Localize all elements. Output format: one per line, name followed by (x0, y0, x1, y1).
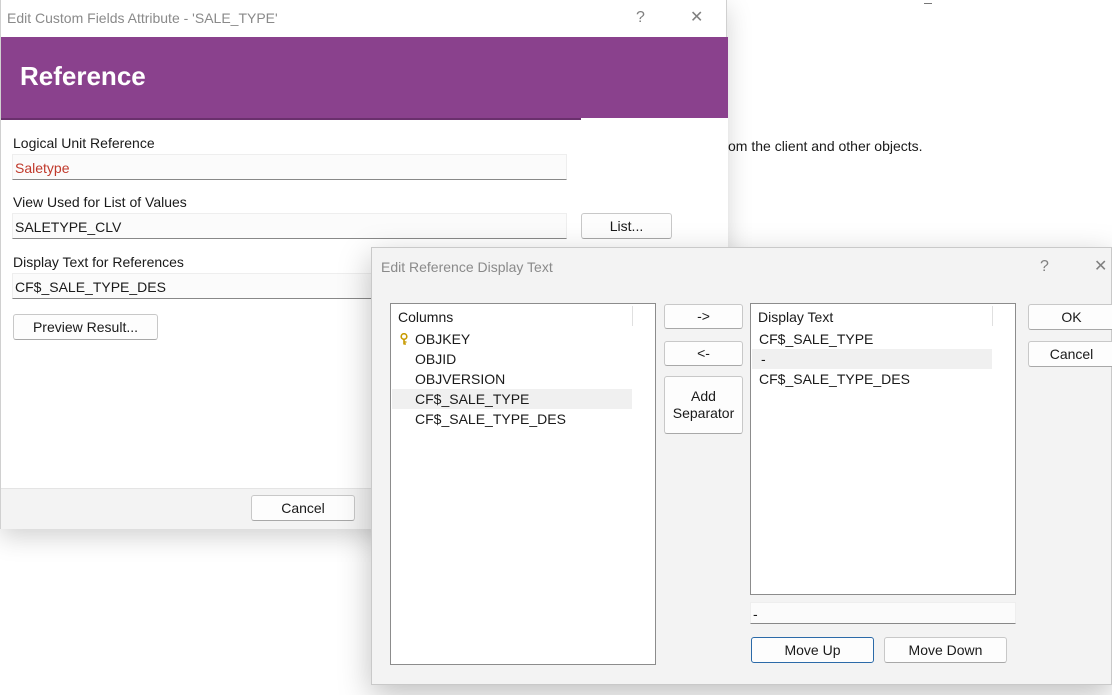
columns-list[interactable]: Columns OBJKEY OBJID OBJVERSION CF$_SALE… (390, 303, 656, 665)
column-label: OBJVERSION (415, 371, 506, 387)
separator-input[interactable]: - (750, 602, 1016, 624)
preview-result-button[interactable]: Preview Result... (13, 314, 158, 340)
display-header-divider (992, 306, 993, 326)
reference-cancel-button[interactable]: Cancel (1028, 341, 1112, 367)
logical-unit-label: Logical Unit Reference (13, 135, 155, 151)
remove-column-button[interactable]: <- (664, 341, 743, 366)
help-icon[interactable]: ? (636, 9, 645, 27)
view-label: View Used for List of Values (13, 194, 187, 210)
column-label: OBJKEY (415, 331, 471, 347)
main-dialog-title: Edit Custom Fields Attribute - 'SALE_TYP… (7, 10, 278, 26)
list-button[interactable]: List... (581, 213, 672, 239)
display-text-field[interactable]: CF$_SALE_TYPE_DES (12, 273, 372, 299)
display-item-label: CF$_SALE_TYPE_DES (759, 371, 910, 387)
column-item-cf-sale-type[interactable]: CF$_SALE_TYPE (392, 389, 632, 409)
key-icon (400, 333, 408, 345)
logical-unit-field[interactable]: Saletype (12, 154, 567, 180)
display-item-label: CF$_SALE_TYPE (759, 331, 874, 347)
move-down-button[interactable]: Move Down (884, 637, 1007, 663)
display-item-cf-sale-type[interactable]: CF$_SALE_TYPE (752, 329, 992, 349)
view-field[interactable]: SALETYPE_CLV (12, 213, 567, 239)
display-text-label: Display Text for References (13, 254, 184, 270)
reference-close-icon[interactable]: ✕ (1094, 258, 1107, 276)
reference-dialog-title: Edit Reference Display Text (381, 259, 553, 275)
column-item-objkey[interactable]: OBJKEY (392, 329, 632, 349)
add-separator-line1: Add (691, 388, 716, 404)
reference-help-icon[interactable]: ? (1040, 258, 1049, 276)
main-cancel-button[interactable]: Cancel (251, 495, 355, 521)
column-label: OBJID (415, 351, 457, 367)
column-item-objid[interactable]: OBJID (392, 349, 632, 369)
add-column-button[interactable]: -> (664, 304, 743, 329)
display-item-label: - (761, 351, 766, 367)
background-text: om the client and other objects. (728, 138, 923, 154)
column-label: CF$_SALE_TYPE_DES (415, 411, 566, 427)
reference-banner: Reference (1, 37, 728, 118)
edit-reference-display-dialog: Edit Reference Display Text ? ✕ Columns … (371, 247, 1112, 685)
add-separator-button[interactable]: Add Separator (664, 376, 743, 434)
column-label: CF$_SALE_TYPE (415, 391, 530, 407)
background-mark (924, 0, 932, 4)
banner-underline (1, 118, 581, 120)
column-item-objversion[interactable]: OBJVERSION (392, 369, 632, 389)
banner-title: Reference (20, 61, 146, 91)
move-up-button[interactable]: Move Up (751, 637, 874, 663)
display-text-list[interactable]: Display Text CF$_SALE_TYPE - CF$_SALE_TY… (750, 303, 1016, 595)
column-item-cf-sale-type-des[interactable]: CF$_SALE_TYPE_DES (392, 409, 632, 429)
add-separator-line2: Separator (672, 405, 735, 421)
display-text-header: Display Text (758, 309, 834, 325)
display-item-cf-sale-type-des[interactable]: CF$_SALE_TYPE_DES (752, 369, 992, 389)
ok-button[interactable]: OK (1028, 304, 1112, 330)
columns-header: Columns (398, 309, 454, 325)
close-icon[interactable]: ✕ (690, 9, 703, 27)
main-titlebar: Edit Custom Fields Attribute - 'SALE_TYP… (1, 0, 726, 37)
display-item-separator[interactable]: - (752, 349, 992, 369)
columns-header-divider (632, 306, 633, 326)
